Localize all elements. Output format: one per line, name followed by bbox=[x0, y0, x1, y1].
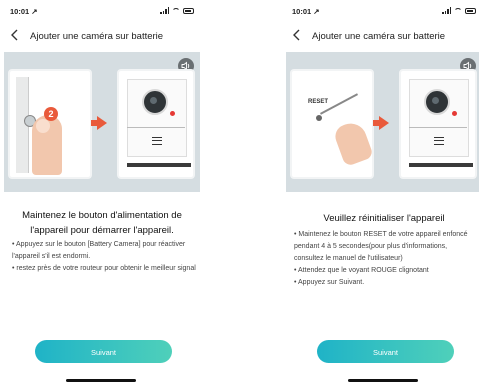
red-led-icon bbox=[452, 111, 457, 116]
status-bar: 10:01 ↗ bbox=[10, 7, 194, 19]
battery-icon bbox=[465, 7, 476, 14]
screen-reset: 10:01 ↗ Ajouter une caméra sur batterie … bbox=[286, 0, 479, 389]
camera-front-panel bbox=[117, 69, 195, 179]
reset-label: RESET bbox=[308, 99, 329, 105]
next-button[interactable]: Suivant bbox=[35, 340, 172, 363]
arrow-right-icon bbox=[373, 116, 389, 130]
camera-side-panel: 2 bbox=[8, 69, 92, 179]
page-title: Ajouter une caméra sur batterie bbox=[312, 30, 446, 42]
wifi-icon bbox=[172, 7, 180, 14]
arrow-right-icon bbox=[91, 116, 107, 130]
chevron-left-icon[interactable] bbox=[292, 29, 306, 43]
finger-graphic bbox=[32, 115, 62, 175]
nav-bar: Ajouter une caméra sur batterie bbox=[292, 28, 476, 44]
list-item: • Attendez que le voyant ROUGE clignotan… bbox=[294, 267, 429, 274]
reset-hole-icon bbox=[316, 115, 322, 121]
status-time: 10:01 ↗ bbox=[292, 7, 320, 16]
list-item: • Appuyez sur Suivant. bbox=[294, 279, 365, 286]
nav-bar: Ajouter une caméra sur batterie bbox=[10, 28, 194, 44]
step-badge: 2 bbox=[44, 107, 58, 121]
cellular-signal-icon bbox=[442, 7, 451, 14]
instruction-heading: Veuillez réinitialiser l'appareil bbox=[323, 213, 445, 224]
reset-panel: RESET bbox=[290, 69, 374, 179]
home-indicator[interactable] bbox=[66, 379, 136, 382]
red-led-icon bbox=[170, 111, 175, 116]
page-title: Ajouter une caméra sur batterie bbox=[30, 30, 164, 42]
home-indicator[interactable] bbox=[348, 379, 418, 382]
reset-illustration: RESET bbox=[286, 52, 479, 192]
camera-lens-icon bbox=[142, 89, 168, 115]
speaker-grill-icon bbox=[152, 137, 162, 145]
list-item: • Appuyez sur le bouton [Battery Camera]… bbox=[12, 241, 186, 260]
status-time: 10:01 ↗ bbox=[10, 7, 38, 16]
screen-power-on: 10:01 ↗ Ajouter une caméra sur batterie … bbox=[4, 0, 200, 389]
instruction-heading: Maintenez le bouton d'alimentation de l'… bbox=[22, 210, 182, 236]
list-item: • restez près de votre routeur pour obte… bbox=[12, 265, 196, 272]
status-bar: 10:01 ↗ bbox=[292, 7, 476, 19]
wifi-icon bbox=[454, 7, 462, 14]
battery-icon bbox=[183, 7, 194, 14]
next-button[interactable]: Suivant bbox=[317, 340, 454, 363]
hand-graphic bbox=[332, 119, 374, 167]
cellular-signal-icon bbox=[160, 7, 169, 14]
camera-lens-icon bbox=[424, 89, 450, 115]
chevron-left-icon[interactable] bbox=[10, 29, 24, 43]
camera-front-panel bbox=[399, 69, 477, 179]
speaker-grill-icon bbox=[434, 137, 444, 145]
power-button-illustration: 2 bbox=[4, 52, 200, 192]
instruction-list: • Appuyez sur le bouton [Battery Camera]… bbox=[12, 239, 196, 275]
list-item: • Maintenez le bouton RESET de votre app… bbox=[294, 231, 468, 262]
instruction-list: • Maintenez le bouton RESET de votre app… bbox=[294, 229, 478, 289]
